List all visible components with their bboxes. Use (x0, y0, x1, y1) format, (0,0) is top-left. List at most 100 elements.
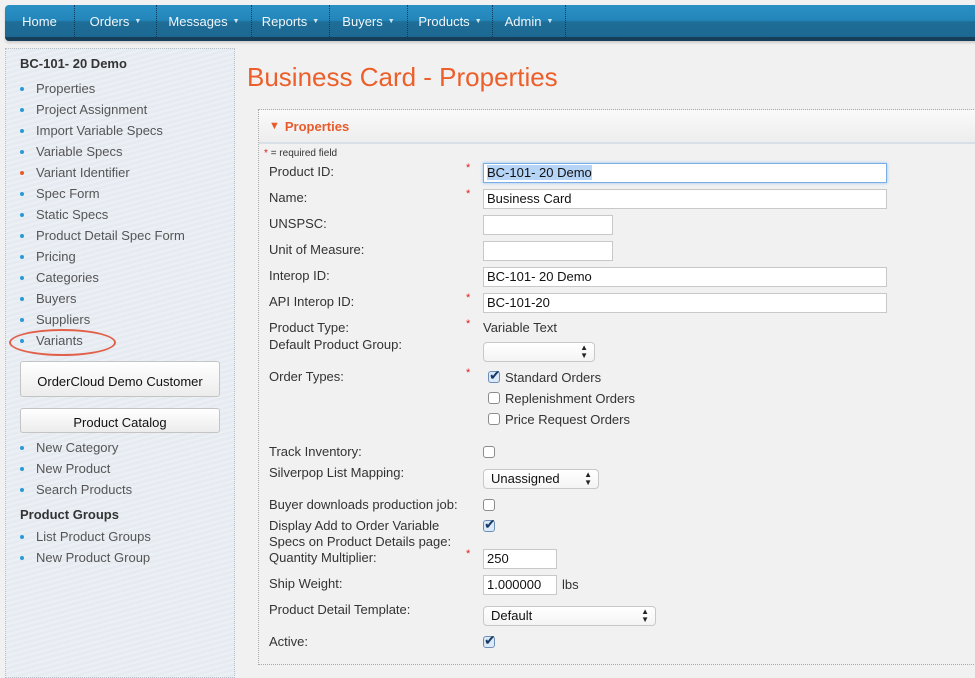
price-request-orders-checkbox[interactable] (488, 413, 500, 425)
api-interop-id-label: API Interop ID: (269, 294, 355, 309)
required-star-icon: * (264, 148, 268, 159)
sidebar-item-label: Categories (36, 270, 99, 285)
label-line-1: Display Add to Order Variable (269, 518, 440, 533)
caret-down-icon: ▼ (474, 17, 482, 25)
interop-id-label: Interop ID: (269, 268, 330, 283)
properties-panel: ▼ Properties * = required field Product … (258, 109, 975, 665)
required-star-icon: * (466, 188, 471, 200)
nav-orders[interactable]: Orders ▼ (75, 5, 157, 37)
sidebar-item-label: Buyers (36, 291, 77, 306)
ship-weight-input[interactable]: 1.000000 (483, 575, 557, 595)
default-product-group-select[interactable]: ▲ ▼ (483, 342, 595, 362)
sidebar-item-label: Product Detail Spec Form (36, 228, 185, 243)
product-id-label: Product ID: (269, 164, 335, 179)
product-id-input[interactable]: BC-101- 20 Demo (483, 163, 887, 183)
bullet-icon (20, 297, 24, 301)
standard-orders-label: Standard Orders (505, 370, 602, 385)
sidebar-item-new-product-group[interactable]: New Product Group (20, 547, 234, 568)
active-checkbox[interactable] (483, 632, 496, 649)
sidebar-item-static-specs[interactable]: Static Specs (20, 204, 234, 225)
required-star-icon: * (466, 367, 471, 379)
ship-weight-label: Ship Weight: (269, 576, 343, 591)
sidebar-item-label: New Product Group (36, 550, 151, 565)
sidebar-item-label: Variants (36, 333, 83, 348)
panel-header-label: Properties (284, 118, 350, 134)
quantity-multiplier-label: Quantity Multiplier: (269, 550, 377, 565)
bullet-icon (20, 556, 24, 560)
name-input[interactable]: Business Card (483, 189, 887, 209)
sidebar-item-categories[interactable]: Categories (20, 267, 234, 288)
unit-of-measure-input[interactable] (483, 241, 613, 261)
product-groups-heading: Product Groups (20, 507, 119, 522)
replenishment-orders-checkbox[interactable] (488, 392, 500, 404)
track-inventory-checkbox[interactable] (483, 446, 495, 458)
bullet-icon (20, 446, 24, 450)
product-detail-template-select[interactable]: Default ▲ ▼ (483, 606, 656, 626)
bullet-icon (20, 234, 24, 238)
select-value: Unassigned (491, 471, 560, 486)
sidebar-item-properties[interactable]: Properties (20, 78, 234, 99)
bullet-icon (20, 535, 24, 539)
required-field-note: * = required field (264, 148, 337, 159)
sidebar-item-suppliers[interactable]: Suppliers (20, 309, 234, 330)
sidebar-item-spec-form[interactable]: Spec Form (20, 183, 234, 204)
silverpop-label: Silverpop List Mapping: (269, 465, 405, 480)
nav-buyers[interactable]: Buyers ▼ (330, 5, 408, 37)
buyer-downloads-checkbox[interactable] (483, 499, 495, 511)
nav-home[interactable]: Home (5, 5, 75, 37)
price-request-orders-label: Price Request Orders (505, 412, 630, 427)
nav-products[interactable]: Products ▼ (408, 5, 493, 37)
track-inventory-label: Track Inventory: (269, 444, 362, 459)
properties-panel-header[interactable]: ▼ Properties (259, 110, 975, 144)
sidebar-item-search-products[interactable]: Search Products (20, 479, 234, 500)
sidebar-product-title: BC-101- 20 Demo (20, 56, 127, 71)
required-star-icon: * (466, 548, 471, 560)
sidebar-item-label: Pricing (36, 249, 76, 264)
sidebar-item-buyers[interactable]: Buyers (20, 288, 234, 309)
bullet-icon (20, 87, 24, 91)
product-id-value: BC-101- 20 Demo (487, 165, 592, 180)
top-nav: Home Orders ▼ Messages ▼ Reports ▼ Buyers ▼ … (5, 5, 975, 41)
nav-reports[interactable]: Reports ▼ (252, 5, 330, 37)
required-star-icon: * (466, 318, 471, 330)
sidebar-item-product-detail-spec-form[interactable]: Product Detail Spec Form (20, 225, 234, 246)
sidebar-item-list-product-groups[interactable]: List Product Groups (20, 526, 234, 547)
quantity-multiplier-input[interactable]: 250 (483, 549, 557, 569)
nav-messages-label: Messages (168, 13, 228, 29)
interop-id-input[interactable]: BC-101- 20 Demo (483, 267, 887, 287)
select-arrows-icon: ▲ ▼ (580, 343, 588, 360)
sidebar-item-new-category[interactable]: New Category (20, 437, 234, 458)
select-value: Default (491, 608, 533, 623)
silverpop-select[interactable]: Unassigned ▲ ▼ (483, 469, 599, 489)
display-add-to-order-checkbox[interactable] (483, 516, 496, 533)
sidebar-item-pricing[interactable]: Pricing (20, 246, 234, 267)
sidebar-item-label: New Product (36, 461, 111, 476)
caret-down-icon: ▼ (387, 17, 395, 25)
sidebar-item-variable-specs[interactable]: Variable Specs (20, 141, 234, 162)
nav-messages[interactable]: Messages ▼ (157, 5, 252, 37)
unspsc-input[interactable] (483, 215, 613, 235)
bullet-icon (20, 276, 24, 280)
buyer-downloads-label: Buyer downloads production job: (269, 497, 458, 512)
sidebar-item-project-assignment[interactable]: Project Assignment (20, 99, 234, 120)
sidebar-catalog-menu: New Category New Product Search Products (20, 437, 234, 500)
sidebar-item-variant-identifier[interactable]: Variant Identifier (20, 162, 234, 183)
display-add-to-order-label: Display Add to Order Variable Specs on Pr… (269, 518, 451, 550)
sidebar-item-variants[interactable]: Variants (9, 329, 234, 356)
sidebar-item-new-product[interactable]: New Product (20, 458, 234, 479)
product-type-label: Product Type: (269, 320, 349, 335)
sidebar-item-import-variable-specs[interactable]: Import Variable Specs (20, 120, 234, 141)
product-type-value: Variable Text (483, 320, 557, 335)
name-label: Name: (269, 190, 308, 205)
collapse-triangle-icon: ▼ (269, 120, 280, 132)
customer-button[interactable]: OrderCloud Demo Customer (20, 361, 220, 397)
sidebar-item-label: Variable Specs (36, 144, 123, 159)
product-catalog-button[interactable]: Product Catalog (20, 408, 220, 433)
standard-orders-checkbox[interactable] (488, 367, 501, 384)
select-arrows-icon: ▲ ▼ (641, 607, 649, 624)
api-interop-id-input[interactable]: BC-101-20 (483, 293, 887, 313)
nav-reports-label: Reports (261, 13, 308, 29)
required-star-icon: * (466, 162, 471, 174)
sidebar-item-label: Suppliers (36, 312, 91, 327)
nav-admin[interactable]: Admin ▼ (493, 5, 566, 37)
